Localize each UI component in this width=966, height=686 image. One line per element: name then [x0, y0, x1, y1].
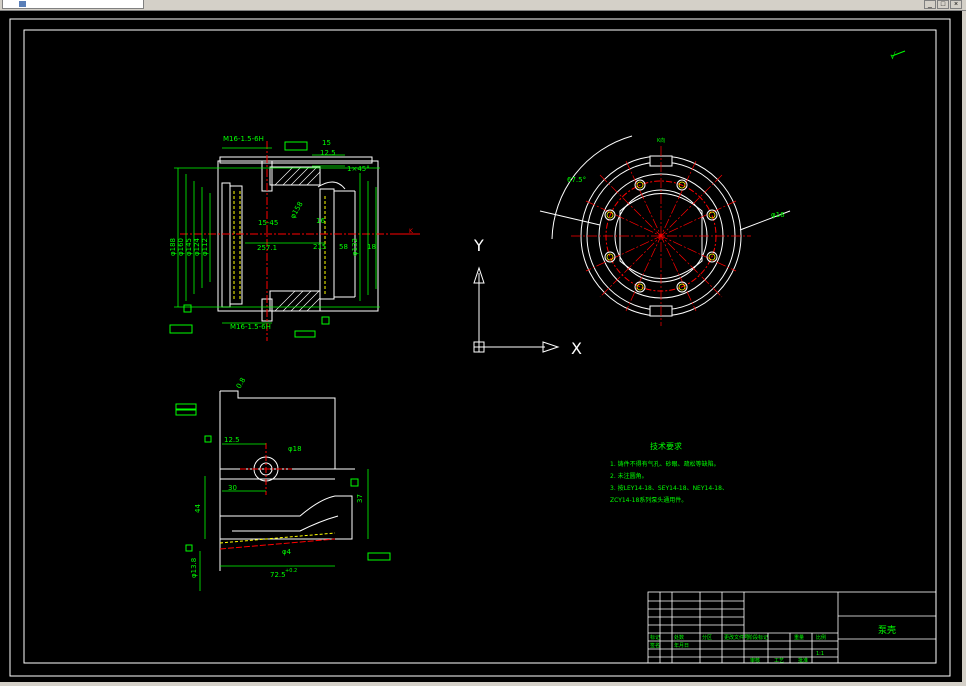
tb-row-label-2: 处数 — [674, 634, 684, 641]
side-roughness: 0.8 — [235, 376, 247, 390]
side-dim-72-5: 72.5 — [270, 571, 286, 579]
roughness-mark: √ — [890, 51, 896, 62]
dim-phi112: φ112 — [201, 238, 209, 256]
side-left-dia: φ13.8 — [190, 558, 198, 578]
tb-bottom-label-2: 工艺 — [774, 658, 784, 664]
tb-row-label-6: 年月日 — [674, 642, 689, 649]
side-dim-37: 37 — [356, 494, 364, 503]
dim-thread-top: M16-1.5-6H — [223, 135, 264, 143]
dim-12-5: 12.5 — [320, 149, 336, 157]
tb-col-label-3: 比例 — [816, 634, 826, 641]
tech-requirements: 技术要求 1. 铸件不得有气孔、砂眼、疏松等缺陷。 2. 未注圆角。 3. 按L… — [610, 441, 728, 504]
close-button[interactable]: × — [950, 0, 962, 9]
tb-row-label-4: 更改文件号 — [724, 634, 749, 641]
tb-row-label-3: 分区 — [702, 634, 712, 641]
tech-req-item-2: 2. 未注圆角。 — [610, 472, 648, 480]
side-tol-top: +0.2 — [285, 568, 297, 574]
maximize-button[interactable]: □ — [937, 0, 949, 9]
part-name: 泵壳 — [878, 624, 896, 636]
title-bar: _ □ × — [0, 0, 966, 11]
dim-58: 58 — [339, 243, 348, 251]
window-controls: _ □ × — [924, 0, 962, 9]
dim-phi188: φ188 — [169, 238, 177, 256]
tech-req-item-4: ZCY14-18系列泵头通用件。 — [610, 496, 687, 504]
horizontal-scrollbar[interactable] — [0, 682, 966, 686]
drawing-canvas[interactable]: √ M16-1.5-6H M16-1.5-6H 15 12.5 1×45° 15… — [0, 11, 962, 682]
dim-257: 257.1 — [257, 244, 277, 252]
tb-row-label-1: 标记 — [650, 634, 660, 641]
minimize-button[interactable]: _ — [924, 0, 936, 9]
dim-phi124: φ124 — [193, 237, 201, 256]
tb-bottom-label-1: 审核 — [750, 657, 760, 664]
plan-angle-label: 67.5° — [567, 176, 586, 184]
tb-col-label-1: 阶段标记 — [748, 634, 768, 641]
vertical-scrollbar[interactable] — [962, 11, 966, 682]
tb-row-label-5: 签名 — [650, 642, 660, 649]
side-dim-44: 44 — [194, 504, 202, 513]
dim-thread-bottom: M16-1.5-6H — [230, 323, 271, 331]
tech-req-item-1: 1. 铸件不得有气孔、砂眼、疏松等缺陷。 — [610, 460, 720, 468]
plan-pcd-label: φ16 — [771, 211, 785, 219]
cad-drawing: √ M16-1.5-6H M16-1.5-6H 15 12.5 1×45° 15… — [9, 18, 951, 677]
dim-phi158: φ158 — [289, 200, 305, 220]
dim-15-45: 15-45 — [258, 219, 278, 227]
dim-16: 16 — [316, 217, 325, 225]
tech-req-title: 技术要求 — [650, 441, 682, 451]
dim-phi160: φ160 — [177, 238, 185, 256]
tb-bottom-label-3: 批准 — [798, 657, 808, 664]
dim-215: 215 — [313, 243, 326, 251]
dim-phi145: φ145 — [185, 238, 193, 256]
dim-18: 18 — [367, 243, 376, 251]
tb-scale: 1:1 — [816, 651, 824, 657]
ucs-x-label: X — [571, 339, 582, 358]
ucs-icon — [473, 266, 560, 353]
dwg-file-icon — [19, 1, 26, 7]
side-bottom-dia: φ4 — [282, 548, 292, 556]
dim-chamfer: 1×45° — [347, 165, 370, 173]
tech-req-item-3: 3. 按LEY14-18、SEY14-18、NEY14-18、 — [610, 484, 728, 492]
tb-col-label-2: 重量 — [794, 634, 804, 641]
side-hole-dia: φ18 — [288, 445, 302, 453]
side-dim-30: 30 — [228, 484, 237, 492]
dim-phi132: φ132 — [351, 238, 359, 256]
dim-15: 15 — [322, 139, 331, 147]
ucs-y-label: Y — [473, 236, 484, 255]
plan-view — [539, 135, 791, 326]
side-view — [175, 390, 391, 591]
side-dim-12-5: 12.5 — [224, 436, 240, 444]
plan-top-label: K向 — [657, 137, 665, 144]
document-tab[interactable] — [2, 0, 144, 9]
